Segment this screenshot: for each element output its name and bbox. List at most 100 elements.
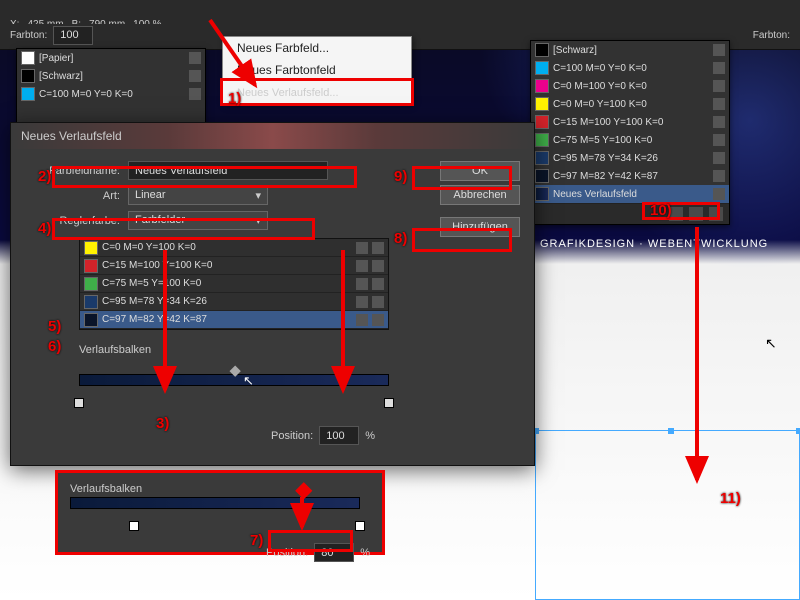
swatch-row[interactable]: C=97 M=82 Y=42 K=87 xyxy=(80,311,388,329)
swatch-row[interactable]: C=97 M=82 Y=42 K=87 xyxy=(531,167,729,185)
gradient-track-2[interactable] xyxy=(70,497,360,509)
swatch-row[interactable]: C=75 M=5 Y=100 K=0 xyxy=(531,131,729,149)
swatch-chip xyxy=(535,79,549,93)
swatch-chip xyxy=(84,241,98,255)
swatch-chip xyxy=(84,259,98,273)
swatch-chip xyxy=(535,61,549,75)
name-input[interactable] xyxy=(128,161,328,180)
selection-frame[interactable] xyxy=(535,430,800,600)
swatch-mode-icon xyxy=(372,314,384,326)
swatch-type-icon xyxy=(189,70,201,82)
pct-label-2: % xyxy=(360,547,370,559)
swatch-row[interactable]: [Papier] xyxy=(17,49,205,67)
type-select[interactable]: Linear xyxy=(128,186,268,205)
new-swatch-icon[interactable] xyxy=(689,207,703,221)
position-label: Position: xyxy=(271,430,313,442)
swatch-row[interactable]: C=75 M=5 Y=100 K=0 xyxy=(80,275,388,293)
swatch-type-icon xyxy=(713,116,725,128)
swatch-row[interactable]: C=95 M=78 Y=34 K=26 xyxy=(80,293,388,311)
swatch-mode-icon xyxy=(372,296,384,308)
stopcolor-label: Reglerfarbe: xyxy=(25,215,120,227)
swatch-chip xyxy=(21,51,35,65)
type-label: Art: xyxy=(25,190,120,202)
swatch-type-icon xyxy=(356,314,368,326)
swatch-type-icon xyxy=(356,278,368,290)
swatch-row[interactable]: C=0 M=100 Y=0 K=0 xyxy=(531,77,729,95)
swatch-row[interactable]: [Schwarz] xyxy=(531,41,729,59)
add-button[interactable]: Hinzufügen xyxy=(440,217,520,237)
swatch-chip xyxy=(84,313,98,327)
new-folder-icon[interactable] xyxy=(669,207,683,221)
swatch-type-icon xyxy=(713,98,725,110)
gradient-bar-2[interactable] xyxy=(70,497,360,527)
gradient-stop-left[interactable] xyxy=(74,398,84,408)
farbton-label-2: Farbton: xyxy=(753,30,790,41)
swatch-type-icon xyxy=(189,88,201,100)
panel-footer xyxy=(531,203,729,224)
swatch-chip xyxy=(535,115,549,129)
swatches-panel-right: [Schwarz]C=100 M=0 Y=0 K=0C=0 M=100 Y=0 … xyxy=(530,40,730,225)
swatch-row[interactable]: C=0 M=0 Y=100 K=0 xyxy=(531,95,729,113)
farbton-label: Farbton: xyxy=(10,30,47,41)
menu-new-gradient[interactable]: Neues Verlaufsfeld... xyxy=(220,78,414,106)
new-gradient-dialog: Neues Verlaufsfeld Farbfeldname: Art: Lin… xyxy=(10,122,535,466)
swatch-type-icon xyxy=(356,242,368,254)
trash-icon[interactable] xyxy=(709,207,723,221)
inset-panel: Verlaufsbalken Position: % xyxy=(55,470,385,555)
swatch-chip xyxy=(21,69,35,83)
swatch-chip xyxy=(535,169,549,183)
menu-new-swatch[interactable]: Neues Farbfeld... xyxy=(223,37,411,59)
dialog-title: Neues Verlaufsfeld xyxy=(11,123,534,149)
swatch-chip xyxy=(535,97,549,111)
swatch-row[interactable]: C=100 M=0 Y=0 K=0 xyxy=(531,59,729,77)
gradient-stop[interactable] xyxy=(355,521,365,531)
swatch-row[interactable]: C=100 M=0 Y=0 K=0 xyxy=(17,85,205,103)
gradient-bar[interactable] xyxy=(79,374,389,404)
swatch-type-icon xyxy=(713,188,725,200)
mouse-cursor-icon: ↖ xyxy=(765,335,777,352)
swatch-mode-icon xyxy=(372,278,384,290)
swatch-type-icon xyxy=(713,80,725,92)
swatch-type-icon xyxy=(356,260,368,272)
swatch-type-icon xyxy=(713,62,725,74)
position-input-2[interactable] xyxy=(314,543,354,562)
swatch-type-icon xyxy=(713,44,725,56)
swatch-row[interactable]: C=15 M=100 Y=100 K=0 xyxy=(531,113,729,131)
gradient-label: Verlaufsbalken xyxy=(79,344,520,356)
swatch-row[interactable]: C=15 M=100 Y=100 K=0 xyxy=(80,257,388,275)
swatch-chip xyxy=(535,133,549,147)
swatch-row[interactable]: [Schwarz] xyxy=(17,67,205,85)
flyout-menu: Neues Farbfeld... Neues Farbtonfeld Neue… xyxy=(222,36,412,104)
swatch-chip xyxy=(21,87,35,101)
swatch-row[interactable]: Neues Verlaufsfeld xyxy=(531,185,729,203)
swatches-panel-left: [Papier] [Schwarz] C=100 M=0 Y=0 K=0 xyxy=(16,48,206,128)
ok-button[interactable]: OK xyxy=(440,161,520,181)
stopcolor-select[interactable]: Farbfelder xyxy=(128,211,268,230)
swatch-row[interactable]: C=0 M=0 Y=100 K=0 xyxy=(80,239,388,257)
swatch-type-icon xyxy=(356,296,368,308)
swatch-chip xyxy=(535,187,549,201)
swatch-chip xyxy=(84,295,98,309)
cancel-button[interactable]: Abbrechen xyxy=(440,185,520,205)
gradient-stop-right[interactable] xyxy=(384,398,394,408)
banner-text: GRAFIKDESIGN · WEBENTWICKLUNG xyxy=(540,238,768,250)
swatch-mode-icon xyxy=(372,242,384,254)
swatch-type-icon xyxy=(713,170,725,182)
swatch-mode-icon xyxy=(372,260,384,272)
swatch-type-icon xyxy=(189,52,201,64)
swatch-chip xyxy=(535,151,549,165)
farbton-value[interactable]: 100 xyxy=(53,26,93,45)
pct-label: % xyxy=(365,430,375,442)
swatch-chip xyxy=(84,277,98,291)
gradient-stop[interactable] xyxy=(129,521,139,531)
gradient-label-2: Verlaufsbalken xyxy=(70,483,370,495)
swatch-row[interactable]: C=95 M=78 Y=34 K=26 xyxy=(531,149,729,167)
name-label: Farbfeldname: xyxy=(25,165,120,177)
position-label-2: Position: xyxy=(266,547,308,559)
swatch-chip xyxy=(535,43,549,57)
cursor-arrow-icon: ↖ xyxy=(243,373,254,389)
position-input[interactable] xyxy=(319,426,359,445)
swatch-list: C=0 M=0 Y=100 K=0C=15 M=100 Y=100 K=0C=7… xyxy=(79,238,389,330)
swatch-type-icon xyxy=(713,134,725,146)
swatch-type-icon xyxy=(713,152,725,164)
